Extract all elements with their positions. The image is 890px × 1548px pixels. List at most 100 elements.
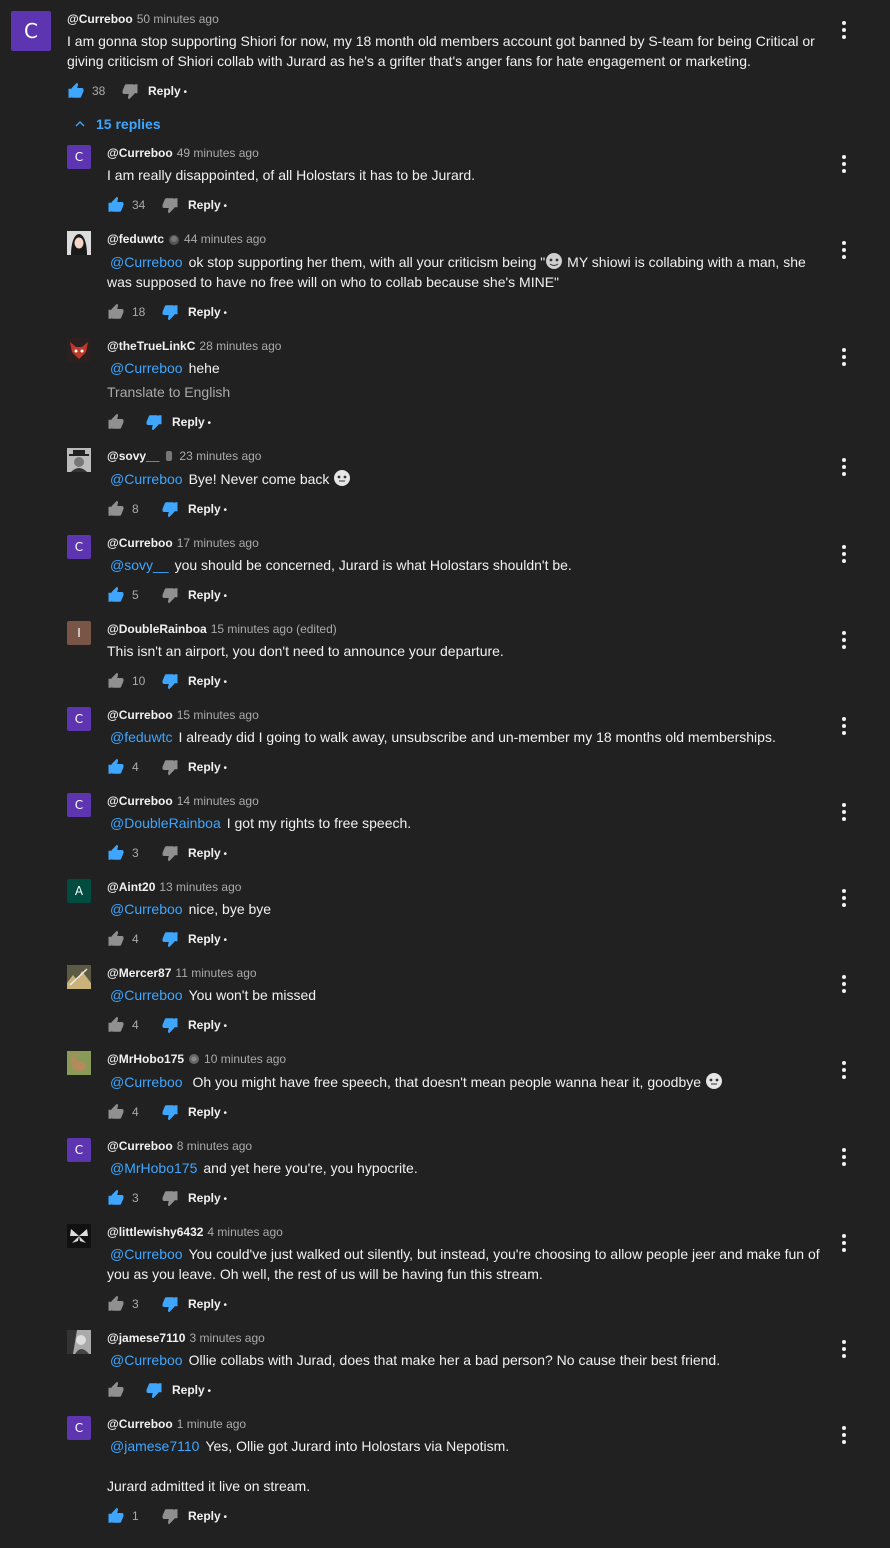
reply-button[interactable]: Reply bbox=[188, 1509, 227, 1523]
avatar[interactable]: C bbox=[67, 707, 91, 731]
reply-button[interactable]: Reply bbox=[188, 502, 227, 516]
dislike-icon[interactable] bbox=[144, 412, 164, 432]
reply-button[interactable]: Reply bbox=[172, 415, 211, 429]
more-options-icon[interactable] bbox=[834, 1145, 854, 1169]
dislike-icon[interactable] bbox=[160, 1506, 180, 1526]
timestamp[interactable]: 8 minutes ago bbox=[177, 1139, 252, 1153]
avatar[interactable]: I bbox=[67, 621, 91, 645]
author-name[interactable]: @Curreboo bbox=[107, 146, 173, 160]
author-name[interactable]: @MrHobo175 bbox=[107, 1052, 184, 1066]
dislike-icon[interactable] bbox=[120, 81, 140, 101]
avatar[interactable] bbox=[67, 448, 91, 472]
replies-toggle[interactable]: 15 replies bbox=[72, 116, 161, 132]
reply-button[interactable]: Reply bbox=[188, 846, 227, 860]
dislike-icon[interactable] bbox=[160, 1188, 180, 1208]
like-icon[interactable] bbox=[106, 843, 126, 863]
dislike-icon[interactable] bbox=[160, 757, 180, 777]
like-icon[interactable] bbox=[106, 1188, 126, 1208]
like-icon[interactable] bbox=[106, 499, 126, 519]
timestamp[interactable]: 14 minutes ago bbox=[177, 794, 259, 808]
dislike-icon[interactable] bbox=[160, 929, 180, 949]
avatar[interactable]: C bbox=[67, 1416, 91, 1440]
more-options-icon[interactable] bbox=[834, 542, 854, 566]
author-name[interactable]: @Aint20 bbox=[107, 880, 155, 894]
more-options-icon[interactable] bbox=[834, 238, 854, 262]
author-name[interactable]: @jamese7110 bbox=[107, 1331, 185, 1345]
more-options-icon[interactable] bbox=[834, 152, 854, 176]
like-icon[interactable] bbox=[106, 1294, 126, 1314]
author-name[interactable]: @Curreboo bbox=[107, 708, 173, 722]
avatar[interactable] bbox=[67, 1051, 91, 1075]
reply-button[interactable]: Reply bbox=[172, 1383, 211, 1397]
avatar[interactable]: C bbox=[67, 1138, 91, 1162]
timestamp[interactable]: 15 minutes ago (edited) bbox=[211, 622, 337, 636]
translate-link[interactable]: Translate to English bbox=[107, 384, 230, 400]
reply-button[interactable]: Reply bbox=[188, 305, 227, 319]
reply-button[interactable]: Reply bbox=[188, 1297, 227, 1311]
timestamp[interactable]: 13 minutes ago bbox=[159, 880, 241, 894]
author-name[interactable]: @Mercer87 bbox=[107, 966, 171, 980]
dislike-icon[interactable] bbox=[160, 302, 180, 322]
like-icon[interactable] bbox=[106, 757, 126, 777]
like-icon[interactable] bbox=[106, 1380, 126, 1400]
timestamp[interactable]: 1 minute ago bbox=[177, 1417, 246, 1431]
timestamp[interactable]: 23 minutes ago bbox=[179, 449, 261, 463]
timestamp[interactable]: 28 minutes ago bbox=[199, 339, 281, 353]
like-icon[interactable] bbox=[106, 1506, 126, 1526]
reply-button[interactable]: Reply bbox=[188, 588, 227, 602]
avatar[interactable] bbox=[67, 1330, 91, 1354]
dislike-icon[interactable] bbox=[144, 1380, 164, 1400]
timestamp[interactable]: 49 minutes ago bbox=[177, 146, 259, 160]
like-icon[interactable] bbox=[106, 1102, 126, 1122]
reply-button[interactable]: Reply bbox=[188, 932, 227, 946]
like-icon[interactable] bbox=[106, 671, 126, 691]
mention-link[interactable]: @Curreboo bbox=[110, 1352, 183, 1368]
more-options-icon[interactable] bbox=[834, 1423, 854, 1447]
more-options-icon[interactable] bbox=[834, 1337, 854, 1361]
reply-button[interactable]: Reply bbox=[188, 760, 227, 774]
like-icon[interactable] bbox=[66, 81, 86, 101]
author-name[interactable]: @littlewishy6432 bbox=[107, 1225, 203, 1239]
more-options-icon[interactable] bbox=[834, 455, 854, 479]
mention-link[interactable]: @Curreboo bbox=[110, 360, 183, 376]
avatar[interactable]: A bbox=[67, 879, 91, 903]
like-icon[interactable] bbox=[106, 585, 126, 605]
mention-link[interactable]: @jamese7110 bbox=[110, 1438, 199, 1454]
author-name[interactable]: @theTrueLinkC bbox=[107, 339, 195, 353]
mention-link[interactable]: @feduwtc bbox=[110, 729, 172, 745]
reply-button[interactable]: Reply bbox=[188, 674, 227, 688]
more-options-icon[interactable] bbox=[834, 886, 854, 910]
more-options-icon[interactable] bbox=[834, 628, 854, 652]
timestamp[interactable]: 10 minutes ago bbox=[204, 1052, 286, 1066]
reply-button[interactable]: Reply bbox=[188, 1105, 227, 1119]
avatar[interactable]: C bbox=[67, 535, 91, 559]
avatar[interactable]: C bbox=[67, 145, 91, 169]
like-icon[interactable] bbox=[106, 195, 126, 215]
like-icon[interactable] bbox=[106, 929, 126, 949]
reply-button[interactable]: Reply bbox=[188, 1018, 227, 1032]
avatar[interactable]: C bbox=[11, 11, 51, 51]
mention-link[interactable]: @Curreboo bbox=[110, 471, 183, 487]
dislike-icon[interactable] bbox=[160, 195, 180, 215]
dislike-icon[interactable] bbox=[160, 671, 180, 691]
mention-link[interactable]: @Curreboo bbox=[110, 254, 183, 270]
dislike-icon[interactable] bbox=[160, 1015, 180, 1035]
reply-button[interactable]: Reply bbox=[188, 1191, 227, 1205]
author-name[interactable]: @Curreboo bbox=[107, 1139, 173, 1153]
like-icon[interactable] bbox=[106, 302, 126, 322]
dislike-icon[interactable] bbox=[160, 1294, 180, 1314]
mention-link[interactable]: @MrHobo175 bbox=[110, 1160, 197, 1176]
author-name[interactable]: @Curreboo bbox=[107, 536, 173, 550]
avatar[interactable]: C bbox=[67, 793, 91, 817]
mention-link[interactable]: @Curreboo bbox=[110, 987, 183, 1003]
dislike-icon[interactable] bbox=[160, 843, 180, 863]
mention-link[interactable]: @Curreboo bbox=[110, 1074, 183, 1090]
author-name[interactable]: @DoubleRainboa bbox=[107, 622, 207, 636]
timestamp[interactable]: 15 minutes ago bbox=[177, 708, 259, 722]
avatar[interactable] bbox=[67, 965, 91, 989]
mention-link[interactable]: @sovy__ bbox=[110, 557, 169, 573]
timestamp[interactable]: 4 minutes ago bbox=[207, 1225, 282, 1239]
mention-link[interactable]: @Curreboo bbox=[110, 901, 183, 917]
more-options-icon[interactable] bbox=[834, 1231, 854, 1255]
more-options-icon[interactable] bbox=[834, 18, 854, 42]
